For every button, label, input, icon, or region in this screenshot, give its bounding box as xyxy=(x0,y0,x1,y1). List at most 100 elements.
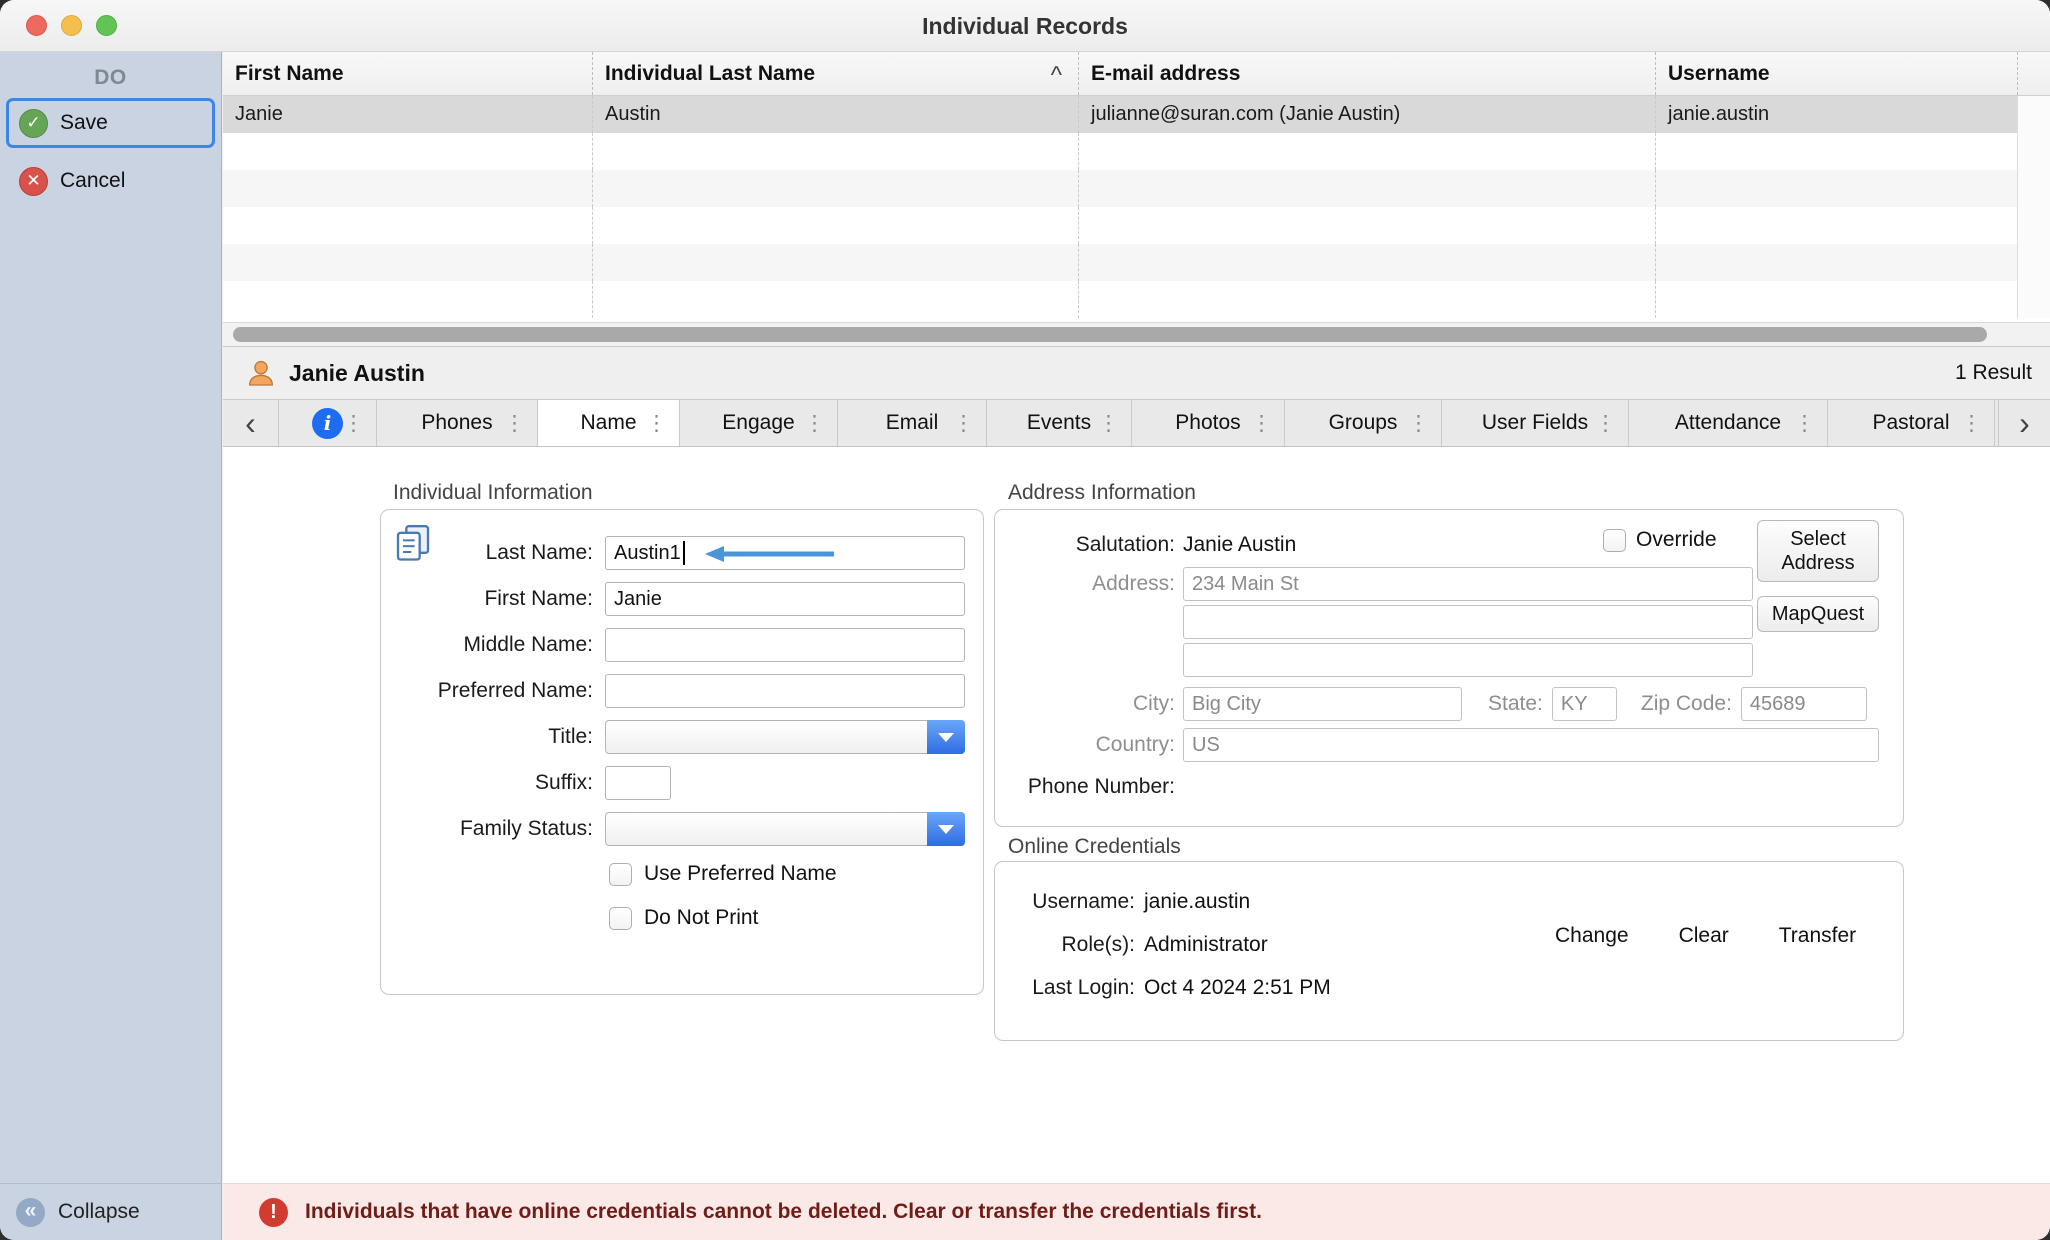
clear-button[interactable]: Clear xyxy=(1679,924,1729,948)
copy-icon[interactable] xyxy=(393,522,433,562)
window-controls xyxy=(26,15,117,36)
suffix-input[interactable] xyxy=(605,766,671,800)
country-row: Country: US xyxy=(995,728,1879,762)
city-label: City: xyxy=(995,692,1175,716)
preferred-name-input[interactable] xyxy=(605,674,965,708)
use-preferred-name-checkbox[interactable] xyxy=(609,863,632,886)
sort-caret-up-icon[interactable]: ^ xyxy=(1051,54,1062,95)
cancel-button[interactable]: ✕ Cancel xyxy=(6,156,215,206)
mapquest-button[interactable]: MapQuest xyxy=(1757,596,1879,632)
online-credentials-title: Online Credentials xyxy=(1008,835,1181,859)
chevron-down-icon[interactable] xyxy=(927,720,965,754)
tab-menu-icon[interactable]: ⋮ xyxy=(504,411,525,436)
do-not-print-checkbox[interactable] xyxy=(609,907,632,930)
tab-menu-icon[interactable]: ⋮ xyxy=(646,411,667,436)
horizontal-scrollbar-thumb[interactable] xyxy=(233,327,1987,342)
transfer-button[interactable]: Transfer xyxy=(1779,924,1856,948)
main-area: First Name Individual Last Name ^ E-mail… xyxy=(223,52,2050,1240)
tab-bar: ‹ i ⋮ Phones ⋮ Name ⋮ Engage ⋮ Email ⋮ xyxy=(223,399,2050,447)
content-area: Individual Information Last Name: Austin… xyxy=(223,447,2050,1183)
zoom-button[interactable] xyxy=(96,15,117,36)
middle-name-label: Middle Name: xyxy=(381,633,593,657)
country-label: Country: xyxy=(995,733,1175,757)
tab-menu-icon[interactable]: ⋮ xyxy=(1098,411,1119,436)
override-row: Override xyxy=(1603,528,1717,552)
address-line3-row xyxy=(995,643,1753,677)
preferred-name-label: Preferred Name: xyxy=(381,679,593,703)
exclamation-circle-icon: ! xyxy=(259,1198,288,1227)
username-row: Username: janie.austin xyxy=(995,887,1250,917)
address-information-box: Salutation: Janie Austin Override Select… xyxy=(994,509,1904,827)
record-name: Janie Austin xyxy=(289,360,425,387)
annotation-arrow-icon xyxy=(702,544,837,564)
tab-email[interactable]: Email ⋮ xyxy=(838,400,987,446)
tab-engage[interactable]: Engage ⋮ xyxy=(680,400,838,446)
tab-menu-icon[interactable]: ⋮ xyxy=(1251,411,1272,436)
table-row[interactable]: Janie Austin julianne@suran.com (Janie A… xyxy=(223,96,2018,133)
column-header-username[interactable]: Username xyxy=(1656,52,2018,95)
phone-number-row: Phone Number: xyxy=(995,772,1183,802)
family-status-dropdown[interactable] xyxy=(605,812,965,846)
tab-name[interactable]: Name ⋮ xyxy=(538,400,680,446)
change-button[interactable]: Change xyxy=(1555,924,1629,948)
phone-number-label: Phone Number: xyxy=(995,775,1175,799)
override-label: Override xyxy=(1636,528,1717,552)
middle-name-input[interactable] xyxy=(605,628,965,662)
column-header-last-name[interactable]: Individual Last Name ^ xyxy=(593,52,1079,95)
salutation-row: Salutation: Janie Austin xyxy=(995,528,1296,562)
tab-attendance[interactable]: Attendance ⋮ xyxy=(1629,400,1828,446)
tab-menu-icon[interactable]: ⋮ xyxy=(1408,411,1429,436)
do-not-print-label: Do Not Print xyxy=(644,906,758,930)
address-label: Address: xyxy=(995,572,1175,596)
tabs-scroll-left-button[interactable]: ‹ xyxy=(223,400,279,446)
table-row-empty xyxy=(223,170,2018,207)
tab-menu-icon[interactable]: ⋮ xyxy=(1961,411,1982,436)
tab-user-fields[interactable]: User Fields ⋮ xyxy=(1442,400,1629,446)
override-checkbox[interactable] xyxy=(1603,529,1626,552)
x-circle-icon: ✕ xyxy=(19,167,48,196)
first-name-row: First Name: Janie xyxy=(381,576,983,622)
tab-menu-icon[interactable]: ⋮ xyxy=(953,411,974,436)
tab-menu-icon[interactable]: ⋮ xyxy=(1794,411,1815,436)
suffix-row: Suffix: xyxy=(381,760,983,806)
address-line3-input xyxy=(1183,643,1753,677)
address-line2-input xyxy=(1183,605,1753,639)
tab-info[interactable]: i ⋮ xyxy=(279,400,377,446)
zip-code-label: Zip Code: xyxy=(1641,692,1732,716)
title-dropdown[interactable] xyxy=(605,720,965,754)
horizontal-scrollbar-track[interactable] xyxy=(223,322,2050,346)
first-name-input[interactable]: Janie xyxy=(605,582,965,616)
close-button[interactable] xyxy=(26,15,47,36)
family-status-label: Family Status: xyxy=(381,817,593,841)
collapse-button[interactable]: « Collapse xyxy=(0,1183,221,1240)
tab-menu-icon[interactable]: ⋮ xyxy=(1595,411,1616,436)
tab-photos[interactable]: Photos ⋮ xyxy=(1132,400,1285,446)
select-address-button[interactable]: Select Address xyxy=(1757,520,1879,582)
do-not-print-row: Do Not Print xyxy=(609,896,983,940)
username-value: janie.austin xyxy=(1144,890,1250,914)
column-header-first-name[interactable]: First Name xyxy=(223,52,593,95)
result-count: 1 Result xyxy=(1955,361,2032,385)
online-credentials-box: Username: janie.austin Role(s): Administ… xyxy=(994,861,1904,1041)
tab-pastoral[interactable]: Pastoral ⋮ xyxy=(1828,400,1995,446)
tabs-scroll-right-button[interactable]: › xyxy=(1998,400,2050,446)
chevron-down-icon[interactable] xyxy=(927,812,965,846)
cell-username: janie.austin xyxy=(1656,96,2018,133)
tab-menu-icon[interactable]: ⋮ xyxy=(804,411,825,436)
info-icon: i xyxy=(312,408,343,439)
tab-phones[interactable]: Phones ⋮ xyxy=(377,400,538,446)
record-header: Janie Austin 1 Result xyxy=(223,347,2050,399)
sidebar-header: DO xyxy=(0,66,221,90)
column-header-email[interactable]: E-mail address xyxy=(1079,52,1656,95)
tab-groups[interactable]: Groups ⋮ xyxy=(1285,400,1442,446)
address-line2-row xyxy=(995,605,1753,639)
minimize-button[interactable] xyxy=(61,15,82,36)
state-input: KY xyxy=(1552,687,1617,721)
username-label: Username: xyxy=(995,890,1135,914)
save-button[interactable]: ✓ Save xyxy=(6,98,215,148)
tab-events[interactable]: Events ⋮ xyxy=(987,400,1132,446)
tab-menu-icon[interactable]: ⋮ xyxy=(343,411,364,436)
first-name-label: First Name: xyxy=(381,587,593,611)
vertical-scrollbar-track[interactable] xyxy=(2017,96,2050,318)
last-name-input[interactable]: Austin1 xyxy=(605,536,965,570)
